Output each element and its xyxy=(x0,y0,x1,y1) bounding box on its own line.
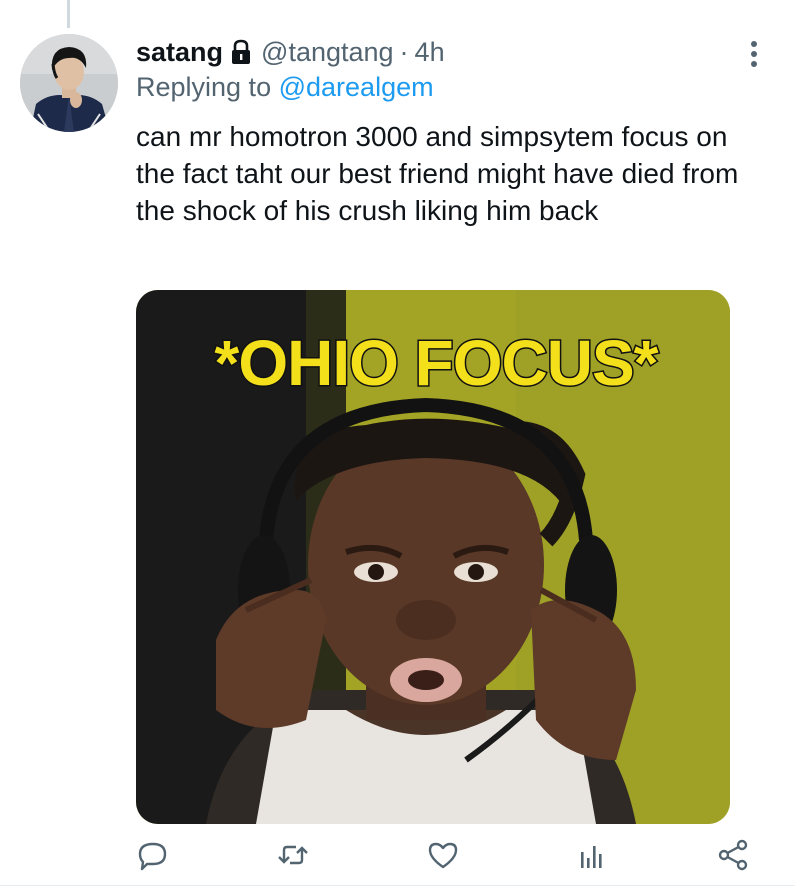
like-icon[interactable] xyxy=(426,838,460,872)
tweet-timestamp[interactable]: 4h xyxy=(415,37,445,68)
replying-to-line: Replying to @darealgem xyxy=(136,72,434,103)
avatar[interactable] xyxy=(20,34,118,132)
tweet-divider xyxy=(0,885,795,886)
replying-to-prefix: Replying to xyxy=(136,72,272,102)
meme-image: *OHIO FOCUS* xyxy=(136,290,730,824)
reply-icon[interactable] xyxy=(136,838,170,872)
share-icon[interactable] xyxy=(716,838,750,872)
retweet-icon[interactable] xyxy=(276,838,310,872)
more-options-icon[interactable] xyxy=(740,38,768,70)
user-handle[interactable]: @tangtang xyxy=(261,37,394,68)
lock-icon xyxy=(232,39,251,64)
tweet-text: can mr homotron 3000 and simpsytem focus… xyxy=(136,121,739,226)
thread-connector-line xyxy=(67,0,70,28)
replying-to-handle[interactable]: @darealgem xyxy=(279,72,434,102)
tweet-actions-bar xyxy=(136,838,756,878)
tweet-media-image[interactable]: *OHIO FOCUS* xyxy=(136,290,730,824)
analytics-icon[interactable] xyxy=(574,838,608,872)
header-separator: · xyxy=(399,36,409,67)
tweet-header: satang @tangtang · 4h xyxy=(136,32,445,72)
display-name[interactable]: satang xyxy=(136,37,223,68)
meme-caption: *OHIO FOCUS* xyxy=(214,327,658,399)
avatar-image xyxy=(20,34,118,132)
